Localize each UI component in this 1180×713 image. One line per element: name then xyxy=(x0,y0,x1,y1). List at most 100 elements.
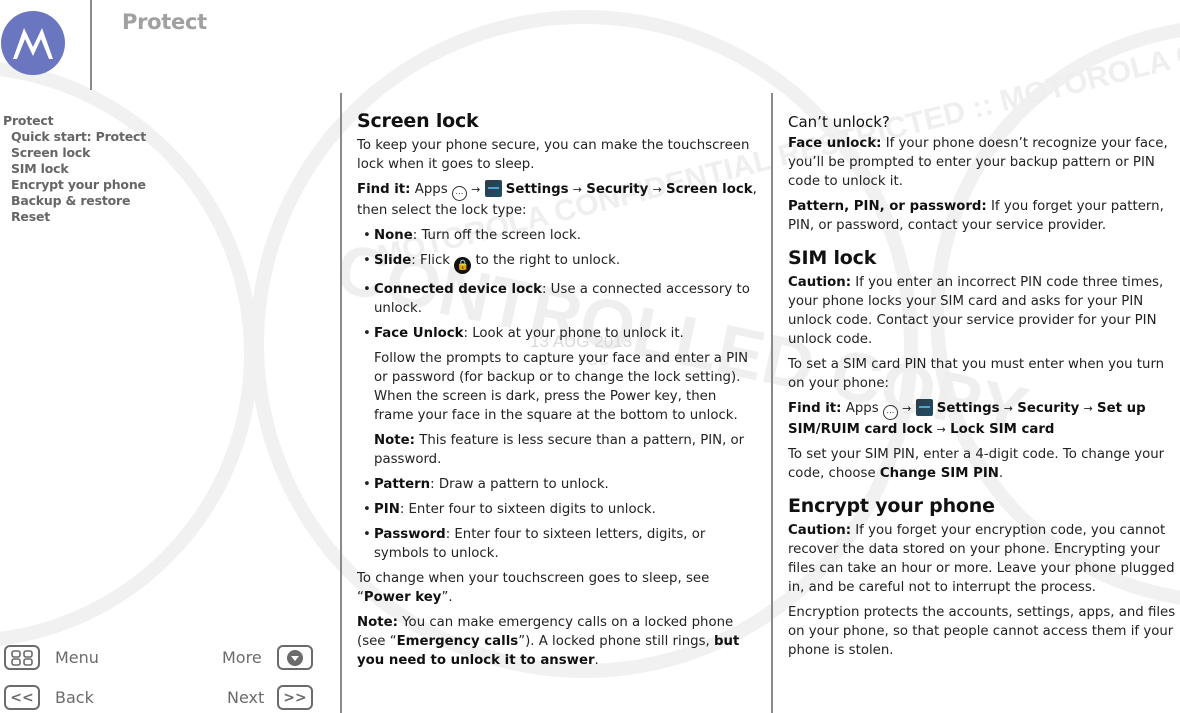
encrypt-protects: Encryption protects the accounts, settin… xyxy=(788,605,1176,658)
face-unlock-label: Face unlock: xyxy=(788,136,882,151)
option-label: Connected device lock xyxy=(374,282,542,297)
caution-label: Caution: xyxy=(788,275,852,290)
list-item: Slide: Flick 🔒 to the right to unlock. xyxy=(357,251,757,274)
option-text: : Look at your phone to unlock it. xyxy=(463,326,684,341)
sim-caution: Caution: If you enter an incorrect PIN c… xyxy=(788,273,1180,349)
more-label[interactable]: More xyxy=(222,648,262,667)
arrow-icon: → xyxy=(936,423,946,436)
sim-find-it: Find it: Apps ⋯ → Settings → Security → … xyxy=(788,399,1180,439)
encrypt-caution: Caution: If you forget your encryption c… xyxy=(788,521,1180,597)
option-label: Pattern xyxy=(374,477,431,492)
face-unlock-note: Note: This feature is less secure than a… xyxy=(357,431,757,469)
double-chevron-right-icon: >> xyxy=(283,689,307,706)
sleep-paragraph: To change when your touchscreen goes to … xyxy=(357,569,757,607)
grid-icon xyxy=(11,649,33,666)
list-item: PIN: Enter four to sixteen digits to unl… xyxy=(357,500,757,519)
toc-item-quick-start[interactable]: Quick start: Protect xyxy=(3,129,146,145)
emergency-note: Note: You can make emergency calls on a … xyxy=(357,613,757,670)
option-label: Password xyxy=(374,527,446,542)
arrow-icon: → xyxy=(902,402,912,415)
menu-button[interactable] xyxy=(4,645,40,670)
screen-lock-section: Screen lock To keep your phone secure, y… xyxy=(357,112,757,676)
toc-item-screen-lock[interactable]: Screen lock xyxy=(3,145,146,161)
note-text: This feature is less secure than a patte… xyxy=(374,433,745,467)
cant-unlock-heading: Can’t unlock? xyxy=(788,113,890,131)
list-item: Password: Enter four to sixteen letters,… xyxy=(357,525,757,563)
more-button[interactable] xyxy=(277,645,313,670)
apps-icon: ⋯ xyxy=(882,405,898,420)
list-item: Connected device lock: Use a connected a… xyxy=(357,280,757,318)
encrypt-heading: Encrypt your phone xyxy=(788,495,995,517)
note-label: Note: xyxy=(374,433,415,448)
toc-item-backup-restore[interactable]: Backup & restore xyxy=(3,193,146,209)
option-text: : Turn off the screen lock. xyxy=(412,228,581,243)
pattern-paragraph: Pattern, PIN, or password: If you forget… xyxy=(788,197,1180,235)
note-label: Note: xyxy=(357,615,398,630)
screen-lock-heading: Screen lock xyxy=(357,110,479,132)
security-label: Security xyxy=(1017,401,1080,416)
right-column: Can’t unlock? Face unlock: If your phone… xyxy=(788,113,1180,666)
find-it-label: Find it: xyxy=(788,401,842,416)
list-item: Face Unlock: Look at your phone to unloc… xyxy=(357,324,757,343)
toc-item-encrypt[interactable]: Encrypt your phone xyxy=(3,177,146,193)
list-item: None: Turn off the screen lock. xyxy=(357,226,757,245)
motorola-logo xyxy=(1,11,65,75)
arrow-icon: → xyxy=(1083,402,1093,415)
lock-sim-label: Lock SIM card xyxy=(950,422,1055,437)
chevron-down-circle-icon xyxy=(287,649,303,666)
arrow-icon: → xyxy=(471,183,481,196)
settings-label: Settings xyxy=(505,182,569,197)
screen-lock-intro: To keep your phone secure, you can make … xyxy=(357,138,750,172)
pattern-label: Pattern, PIN, or password: xyxy=(788,199,987,214)
apps-label: Apps xyxy=(845,401,879,416)
option-text: : Enter four to sixteen digits to unlock… xyxy=(399,502,656,517)
option-label: Slide xyxy=(374,253,412,268)
arrow-icon: → xyxy=(652,183,662,196)
column-divider-left xyxy=(340,93,342,713)
change-sim-pin-label: Change SIM PIN xyxy=(879,466,999,481)
caution-label: Caution: xyxy=(788,523,852,538)
next-label[interactable]: Next xyxy=(227,688,264,707)
sim-set-text: To set a SIM card PIN that you must ente… xyxy=(788,357,1165,391)
column-divider-right xyxy=(771,93,773,713)
double-chevron-left-icon: << xyxy=(10,689,34,706)
sim-lock-heading: SIM lock xyxy=(788,247,877,269)
menu-label[interactable]: Menu xyxy=(55,648,99,667)
option-label: PIN xyxy=(374,502,400,517)
arrow-icon: → xyxy=(572,183,583,196)
power-key-link[interactable]: Power key xyxy=(364,590,442,605)
note-end: . xyxy=(594,653,599,668)
option-text: : Draw a pattern to unlock. xyxy=(430,477,609,492)
option-label: None xyxy=(374,228,413,243)
back-label[interactable]: Back xyxy=(55,688,94,707)
motorola-m-icon xyxy=(13,28,53,59)
option-text: to the right to unlock. xyxy=(475,253,621,268)
settings-label: Settings xyxy=(936,401,1000,416)
lock-type-list-2: Pattern: Draw a pattern to unlock. PIN: … xyxy=(357,475,757,563)
face-unlock-paragraph: Face unlock: If your phone doesn’t recog… xyxy=(788,134,1180,191)
note-text: ”). A locked phone still rings, xyxy=(518,634,710,649)
screen-lock-find-it: Find it: Apps ⋯ → Settings → Security → … xyxy=(357,180,757,220)
toc-item-reset[interactable]: Reset xyxy=(3,209,146,225)
toc-heading[interactable]: Protect xyxy=(3,113,146,129)
find-it-label: Find it: xyxy=(357,182,411,197)
settings-icon xyxy=(484,180,502,197)
next-button[interactable]: >> xyxy=(277,685,313,710)
toc-item-sim-lock[interactable]: SIM lock xyxy=(3,161,146,177)
sleep-end: ”. xyxy=(441,590,453,605)
face-unlock-detail: Follow the prompts to capture your face … xyxy=(374,351,749,423)
lock-icon: 🔒 xyxy=(454,257,472,274)
settings-icon xyxy=(915,399,933,416)
apps-icon: ⋯ xyxy=(451,186,467,201)
security-label: Security xyxy=(586,182,649,197)
sim-pin-paragraph: To set your SIM PIN, enter a 4-digit cod… xyxy=(788,445,1180,483)
option-text: : Flick xyxy=(411,253,450,268)
apps-label: Apps xyxy=(414,182,448,197)
pin-end: . xyxy=(998,466,1004,481)
table-of-contents: Protect Quick start: Protect Screen lock… xyxy=(3,113,146,225)
emergency-calls-link[interactable]: Emergency calls xyxy=(397,634,519,649)
back-button[interactable]: << xyxy=(4,685,40,710)
arrow-icon: → xyxy=(1003,402,1014,415)
header-divider xyxy=(90,0,92,90)
lock-type-list: None: Turn off the screen lock. Slide: F… xyxy=(357,226,757,343)
